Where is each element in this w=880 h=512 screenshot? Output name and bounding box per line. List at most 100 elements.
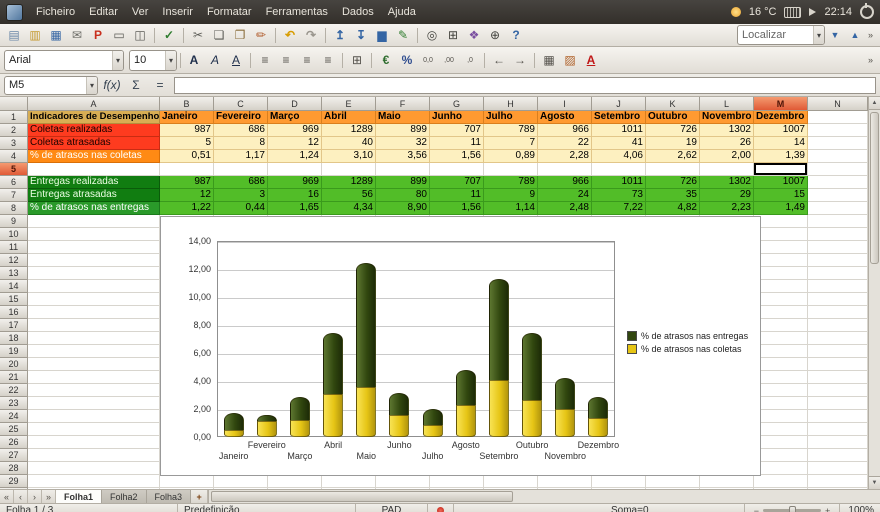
underline-icon[interactable]: A: [226, 51, 246, 69]
italic-icon[interactable]: A: [205, 51, 225, 69]
row-header-26[interactable]: 26: [0, 436, 28, 449]
cell-H3[interactable]: 7: [484, 137, 538, 150]
cell-M14[interactable]: [754, 280, 808, 293]
cell-G30[interactable]: [430, 488, 484, 489]
row-header-25[interactable]: 25: [0, 423, 28, 436]
cell-H4[interactable]: 0,89: [484, 150, 538, 163]
cell-A3[interactable]: Coletas atrasadas: [28, 137, 160, 150]
cell-F8[interactable]: 8,90: [376, 202, 430, 215]
menu-item-ajuda[interactable]: Ajuda: [381, 4, 423, 20]
cell-J4[interactable]: 4,06: [592, 150, 646, 163]
column-header-J[interactable]: J: [592, 97, 646, 111]
column-header-K[interactable]: K: [646, 97, 700, 111]
font-name-dropdown-icon[interactable]: ▾: [112, 51, 123, 70]
sheet-tab-folha2[interactable]: Folha2: [102, 490, 147, 503]
cell-D5[interactable]: [268, 163, 322, 176]
cell-K2[interactable]: 726: [646, 124, 700, 137]
cell-G1[interactable]: Junho: [430, 111, 484, 124]
borders-icon[interactable]: ▦: [539, 51, 559, 69]
toolbar-overflow-icon[interactable]: »: [865, 30, 876, 40]
clock[interactable]: 22:14: [824, 6, 852, 18]
cell-D1[interactable]: Março: [268, 111, 322, 124]
add-decimal-place-icon[interactable]: ,00: [439, 51, 459, 69]
cell-L1[interactable]: Novembro: [700, 111, 754, 124]
row-header-12[interactable]: 12: [0, 254, 28, 267]
cell-I3[interactable]: 22: [538, 137, 592, 150]
cell-K29[interactable]: [646, 475, 700, 488]
cell-H7[interactable]: 9: [484, 189, 538, 202]
cell-J1[interactable]: Setembro: [592, 111, 646, 124]
cell-C30[interactable]: [214, 488, 268, 489]
sheet-indicator[interactable]: Folha 1 / 3: [0, 504, 178, 512]
cell-G7[interactable]: 11: [430, 189, 484, 202]
find-next-icon[interactable]: ▼: [825, 26, 845, 44]
cell-L6[interactable]: 1302: [700, 176, 754, 189]
paste-icon[interactable]: ❐: [230, 26, 250, 44]
menu-item-formatar[interactable]: Formatar: [200, 4, 259, 20]
row-header-27[interactable]: 27: [0, 449, 28, 462]
cell-M25[interactable]: [754, 423, 808, 436]
cell-J6[interactable]: 1011: [592, 176, 646, 189]
cell-N4[interactable]: [808, 150, 868, 163]
cell-I6[interactable]: 966: [538, 176, 592, 189]
cell-B8[interactable]: 1,22: [160, 202, 214, 215]
row-header-7[interactable]: 7: [0, 189, 28, 202]
cell-N19[interactable]: [808, 345, 868, 358]
cell-C6[interactable]: 686: [214, 176, 268, 189]
open-document-icon[interactable]: ▥: [25, 26, 45, 44]
cell-G29[interactable]: [430, 475, 484, 488]
cell-E8[interactable]: 4,34: [322, 202, 376, 215]
align-center-icon[interactable]: ≡: [276, 51, 296, 69]
cell-N5[interactable]: [808, 163, 868, 176]
merge-cells-icon[interactable]: ⊞: [347, 51, 367, 69]
cell-A23[interactable]: [28, 397, 160, 410]
add-sheet-button[interactable]: +: [191, 490, 208, 503]
redo-icon[interactable]: ↷: [301, 26, 321, 44]
row-header-17[interactable]: 17: [0, 319, 28, 332]
zoom-icon[interactable]: ⊕: [485, 26, 505, 44]
cell-C3[interactable]: 8: [214, 137, 268, 150]
cell-B30[interactable]: [160, 488, 214, 489]
cell-I2[interactable]: 966: [538, 124, 592, 137]
horizontal-scrollbar[interactable]: [208, 490, 880, 503]
cell-A1[interactable]: Indicadores de Desempenho: [28, 111, 160, 124]
row-header-30[interactable]: 30: [0, 488, 28, 489]
row-header-3[interactable]: 3: [0, 137, 28, 150]
previous-sheet-button[interactable]: ‹: [14, 490, 28, 503]
cell-D4[interactable]: 1,24: [268, 150, 322, 163]
cell-M3[interactable]: 14: [754, 137, 808, 150]
cell-J29[interactable]: [592, 475, 646, 488]
cell-B1[interactable]: Janeiro: [160, 111, 214, 124]
cell-A2[interactable]: Coletas realizadas: [28, 124, 160, 137]
page-style-indicator[interactable]: Predefinição: [178, 504, 356, 512]
cell-J3[interactable]: 41: [592, 137, 646, 150]
cell-K5[interactable]: [646, 163, 700, 176]
align-right-icon[interactable]: ≡: [297, 51, 317, 69]
gallery-icon[interactable]: ❖: [464, 26, 484, 44]
cell-E4[interactable]: 3,10: [322, 150, 376, 163]
cell-N2[interactable]: [808, 124, 868, 137]
cell-M8[interactable]: 1,49: [754, 202, 808, 215]
scroll-up-icon[interactable]: ▲: [869, 97, 880, 110]
cell-F4[interactable]: 3,56: [376, 150, 430, 163]
cell-N15[interactable]: [808, 293, 868, 306]
cell-N9[interactable]: [808, 215, 868, 228]
cell-A6[interactable]: Entregas realizadas: [28, 176, 160, 189]
scroll-down-icon[interactable]: ▼: [869, 476, 880, 489]
column-header-A[interactable]: A: [28, 97, 160, 111]
cell-N11[interactable]: [808, 241, 868, 254]
save-document-icon[interactable]: ▦: [46, 26, 66, 44]
cell-A24[interactable]: [28, 410, 160, 423]
select-all-button[interactable]: [0, 97, 28, 111]
cell-N1[interactable]: [808, 111, 868, 124]
cell-N6[interactable]: [808, 176, 868, 189]
cell-H30[interactable]: [484, 488, 538, 489]
cell-D2[interactable]: 969: [268, 124, 322, 137]
menu-item-editar[interactable]: Editar: [82, 4, 125, 20]
row-header-28[interactable]: 28: [0, 462, 28, 475]
cell-N14[interactable]: [808, 280, 868, 293]
cell-N27[interactable]: [808, 449, 868, 462]
cell-L8[interactable]: 2,23: [700, 202, 754, 215]
cell-A27[interactable]: [28, 449, 160, 462]
cell-M30[interactable]: [754, 488, 808, 489]
